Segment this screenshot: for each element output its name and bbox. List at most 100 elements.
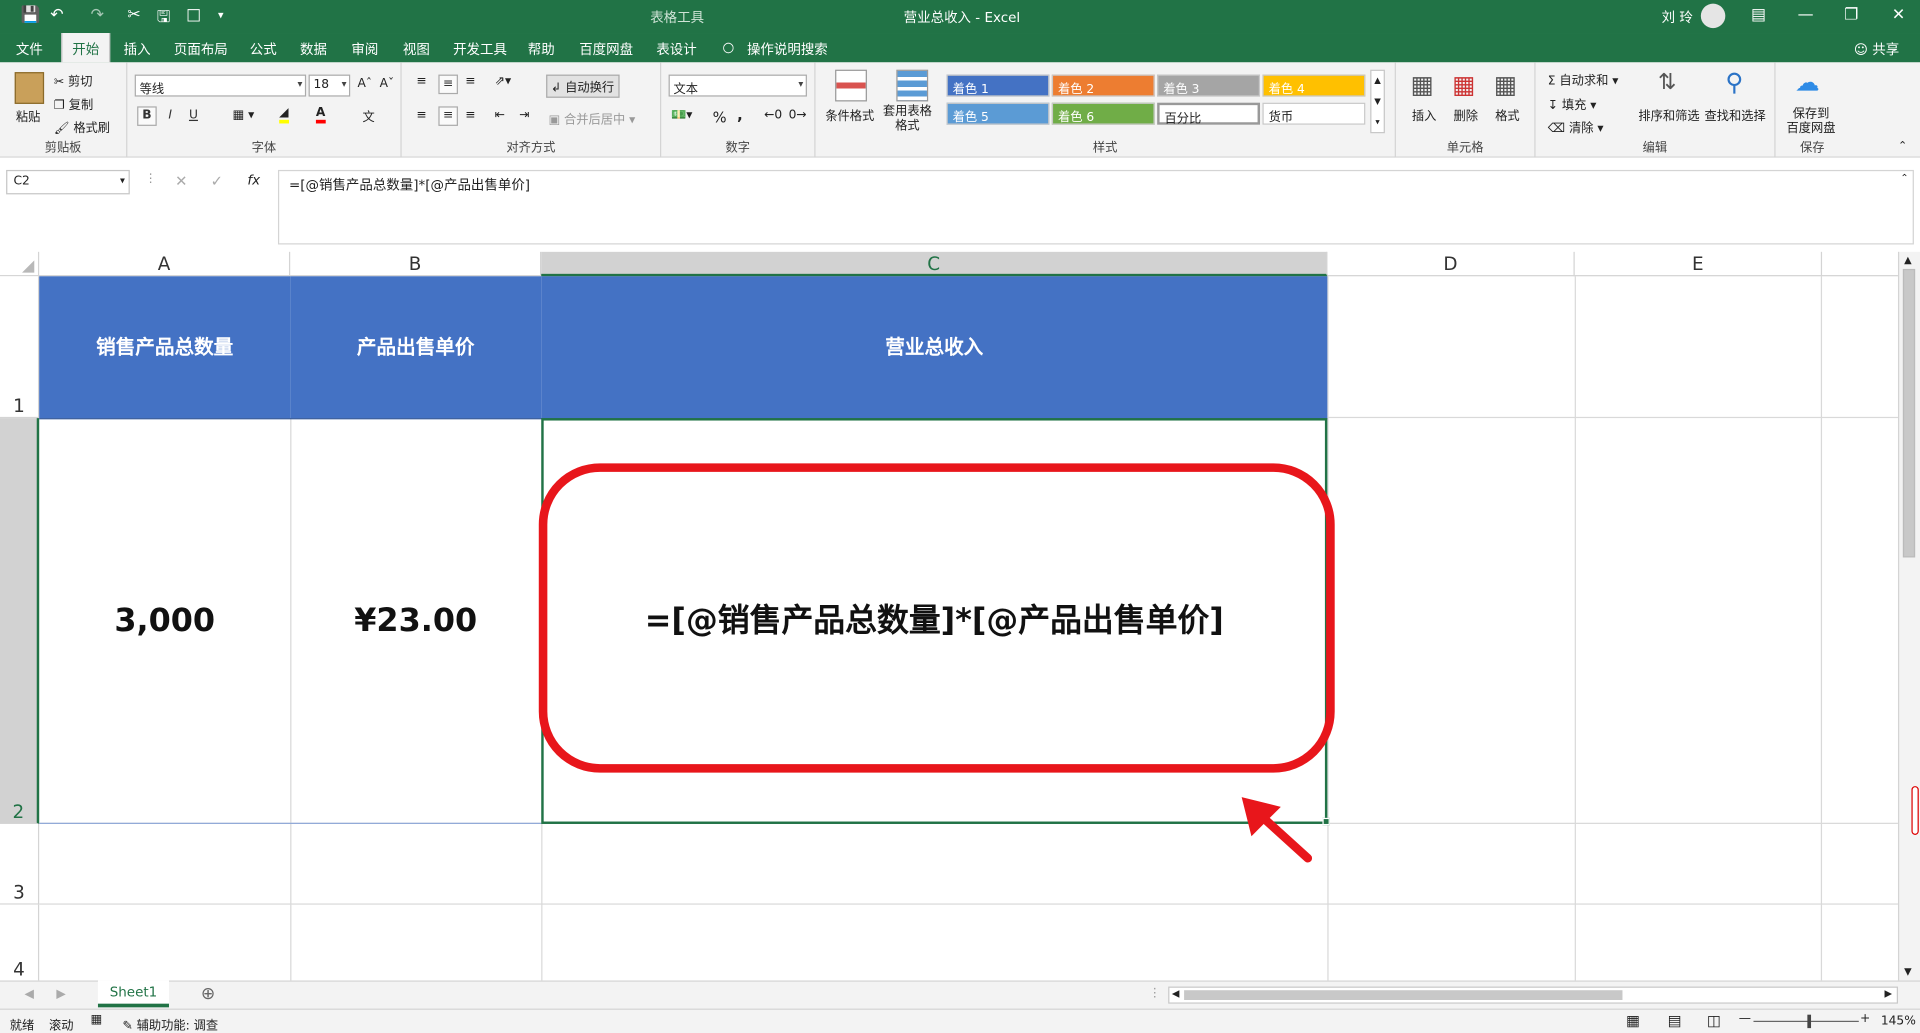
share-button[interactable]: ☺ 共享 bbox=[1854, 39, 1899, 59]
accounting-format-icon[interactable]: 💵▾ bbox=[671, 109, 692, 122]
align-bottom-icon[interactable]: ≡ bbox=[465, 75, 475, 88]
merge-center-button[interactable]: ▣ 合并后居中 ▾ bbox=[549, 109, 636, 127]
style-accent-2[interactable]: 着色 2 bbox=[1051, 74, 1155, 97]
conditional-format-button[interactable]: 条件格式 bbox=[825, 105, 874, 123]
number-format-select[interactable]: 文本 ▾ bbox=[668, 74, 807, 97]
formula-input[interactable]: =[@销售产品总数量]*[@产品出售单价] bbox=[277, 169, 1914, 245]
baidu-cloud-icon[interactable]: ☁ bbox=[1795, 67, 1819, 96]
scroll-left-icon[interactable]: ◀ bbox=[1172, 988, 1180, 999]
clear-button[interactable]: ⌫ 清除 ▾ bbox=[1548, 117, 1604, 135]
sort-filter-button[interactable]: 排序和筛选 bbox=[1638, 105, 1699, 123]
increase-indent-icon[interactable]: ⇥ bbox=[519, 109, 529, 122]
fill-handle[interactable] bbox=[1322, 817, 1330, 826]
insert-cells-button[interactable]: 插入 bbox=[1412, 105, 1436, 123]
tab-page-layout[interactable]: 页面布局 bbox=[174, 39, 228, 59]
find-select-icon[interactable]: ⚲ bbox=[1725, 67, 1743, 96]
scroll-right-icon[interactable]: ▶ bbox=[1885, 988, 1893, 999]
style-accent-3[interactable]: 着色 3 bbox=[1157, 74, 1261, 97]
cut-button[interactable]: ✂ 剪切 bbox=[54, 71, 93, 89]
zoom-out-icon[interactable]: — bbox=[1739, 1012, 1751, 1025]
conditional-format-icon[interactable] bbox=[835, 69, 867, 102]
column-header-c[interactable]: C bbox=[541, 251, 1328, 277]
prev-sheet-icon[interactable]: ◀ bbox=[24, 988, 33, 1001]
ribbon-display-icon[interactable]: ▤ bbox=[1751, 6, 1766, 24]
cell-c1-header[interactable]: 营业总收入 bbox=[541, 276, 1328, 419]
comma-style-button[interactable]: , bbox=[737, 106, 743, 123]
zoom-level[interactable]: 145% bbox=[1881, 1015, 1916, 1028]
phonetic-icon[interactable]: 文 bbox=[362, 106, 374, 124]
sheet-tab-sheet1[interactable]: Sheet1 bbox=[97, 980, 169, 1008]
cell-a2[interactable]: 3,000 bbox=[39, 418, 290, 824]
row-header-3[interactable]: 3 bbox=[0, 823, 40, 905]
style-accent-4[interactable]: 着色 4 bbox=[1262, 74, 1366, 97]
zoom-in-icon[interactable]: + bbox=[1860, 1012, 1870, 1025]
tab-review[interactable]: 审阅 bbox=[351, 39, 378, 59]
format-painter-button[interactable]: 🖌 格式刷 bbox=[54, 117, 110, 135]
undo-icon[interactable]: ↶ bbox=[50, 6, 63, 24]
row-header-2[interactable]: 2 bbox=[0, 418, 40, 824]
italic-button[interactable]: I bbox=[160, 106, 180, 126]
next-sheet-icon[interactable]: ▶ bbox=[56, 988, 65, 1001]
save-icon[interactable]: 💾 bbox=[21, 6, 41, 24]
zoom-slider[interactable] bbox=[1753, 1020, 1859, 1023]
baidu-netdisk-button[interactable]: 百度网盘 bbox=[1787, 117, 1836, 135]
percent-style-button[interactable]: % bbox=[713, 109, 727, 126]
wrap-text-button[interactable]: ↲ 自动换行 bbox=[546, 74, 620, 98]
vertical-scrollbar[interactable]: ▲ ▼ bbox=[1897, 251, 1920, 981]
scroll-up-icon[interactable]: ▲ bbox=[1904, 254, 1912, 265]
column-header-b[interactable]: B bbox=[290, 251, 542, 277]
close-icon[interactable]: ✕ bbox=[1892, 6, 1905, 24]
name-box[interactable]: C2 ▾ bbox=[6, 169, 130, 195]
tab-table-design[interactable]: 表设计 bbox=[656, 39, 696, 59]
style-accent-1[interactable]: 着色 1 bbox=[946, 74, 1050, 97]
fill-color-icon[interactable]: ◢ bbox=[279, 106, 289, 124]
bold-button[interactable]: B bbox=[137, 106, 157, 126]
column-header-e[interactable]: E bbox=[1575, 251, 1823, 277]
tab-baidu-netdisk[interactable]: 百度网盘 bbox=[579, 39, 633, 59]
tab-insert[interactable]: 插入 bbox=[124, 39, 151, 59]
save-as-icon[interactable]: 🖫 bbox=[157, 6, 171, 33]
fill-button[interactable]: ↧ 填充 ▾ bbox=[1548, 94, 1597, 112]
format-as-table-icon[interactable] bbox=[896, 69, 929, 102]
tell-me-search[interactable]: 操作说明搜索 bbox=[747, 39, 828, 59]
add-sheet-icon[interactable]: ⊕ bbox=[201, 984, 215, 1004]
tab-view[interactable]: 视图 bbox=[403, 39, 430, 59]
style-currency[interactable]: 货币 bbox=[1262, 102, 1366, 125]
tab-file[interactable]: 文件 bbox=[16, 39, 43, 59]
tab-formulas[interactable]: 公式 bbox=[250, 39, 277, 59]
insert-cells-icon[interactable]: ▦ bbox=[1411, 70, 1434, 99]
borders-icon[interactable]: ▦ ▾ bbox=[233, 109, 255, 122]
styles-scroll[interactable]: ▲ ▼ ▾ bbox=[1370, 69, 1385, 134]
collapse-ribbon-icon[interactable]: ⌃ bbox=[1898, 141, 1907, 153]
sort-filter-icon[interactable]: ⇅ bbox=[1658, 70, 1676, 96]
align-middle-icon[interactable]: ≡ bbox=[438, 74, 458, 95]
zoom-slider-thumb[interactable] bbox=[1807, 1014, 1812, 1029]
tab-data[interactable]: 数据 bbox=[300, 39, 327, 59]
decrease-indent-icon[interactable]: ⇤ bbox=[495, 109, 505, 122]
accessibility-status[interactable]: ✎ 辅助功能: 调查 bbox=[122, 1015, 218, 1033]
shrink-font-icon[interactable]: Aˇ bbox=[380, 77, 395, 90]
font-color-icon[interactable]: A bbox=[315, 106, 326, 124]
tab-home[interactable]: 开始 bbox=[61, 33, 111, 63]
align-left-icon[interactable]: ≡ bbox=[416, 109, 426, 122]
page-break-view-icon[interactable]: ◫ bbox=[1707, 1012, 1721, 1029]
cell-a1-header[interactable]: 销售产品总数量 bbox=[39, 276, 291, 419]
copy-button[interactable]: ❐ 复制 bbox=[54, 94, 93, 112]
horizontal-scroll-thumb[interactable] bbox=[1184, 990, 1623, 1001]
cut-quick-icon[interactable]: ✂ bbox=[127, 6, 140, 24]
style-accent-6[interactable]: 着色 6 bbox=[1051, 102, 1155, 125]
font-size-select[interactable]: 18 ▾ bbox=[308, 74, 351, 97]
column-header-d[interactable]: D bbox=[1327, 251, 1575, 277]
cell-b2[interactable]: ¥23.00 bbox=[290, 418, 541, 824]
delete-cells-icon[interactable]: ▦ bbox=[1452, 70, 1475, 99]
paste-button[interactable]: 粘贴 bbox=[16, 106, 40, 124]
format-cells-icon[interactable]: ▦ bbox=[1494, 70, 1517, 99]
row-header-4[interactable]: 4 bbox=[0, 904, 40, 981]
cancel-icon[interactable]: ✕ bbox=[175, 172, 187, 189]
autosum-button[interactable]: Σ 自动求和 ▾ bbox=[1548, 70, 1619, 88]
align-center-icon[interactable]: ≡ bbox=[438, 106, 458, 126]
decrease-decimal-icon[interactable]: 0→ bbox=[789, 109, 807, 122]
find-select-button[interactable]: 查找和选择 bbox=[1705, 105, 1766, 123]
normal-view-icon[interactable]: ▦ bbox=[1626, 1012, 1640, 1029]
minimize-icon[interactable]: — bbox=[1798, 6, 1814, 24]
